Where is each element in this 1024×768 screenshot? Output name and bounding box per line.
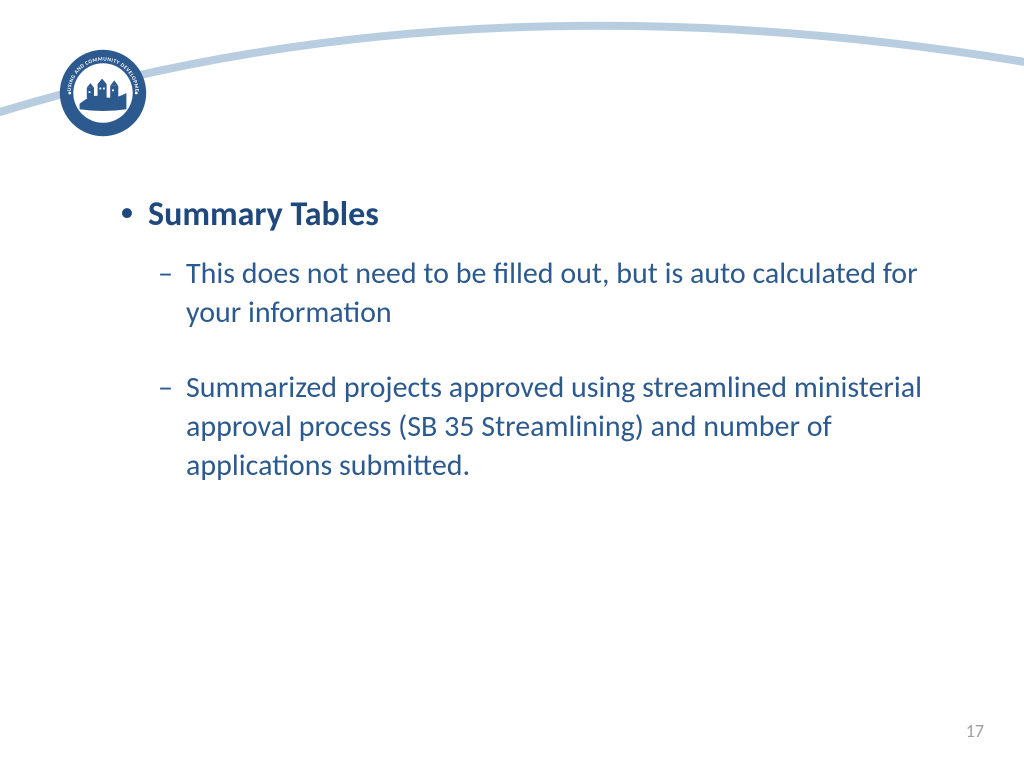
- slide-content: Summary Tables This does not need to be …: [120, 195, 934, 521]
- decorative-arc: [0, 0, 1024, 200]
- sub-bullet-item: Summarized projects approved using strea…: [186, 368, 934, 485]
- page-number: 17: [966, 720, 984, 742]
- slide-title: Summary Tables: [148, 195, 934, 236]
- sub-bullet-item: This does not need to be filled out, but…: [186, 254, 934, 332]
- hcd-california-logo: HOUSING AND COMMUNITY DEVELOPMENT CALIFO…: [58, 48, 148, 138]
- main-bullet: Summary Tables This does not need to be …: [120, 195, 934, 485]
- sub-bullet-list: This does not need to be filled out, but…: [148, 254, 934, 485]
